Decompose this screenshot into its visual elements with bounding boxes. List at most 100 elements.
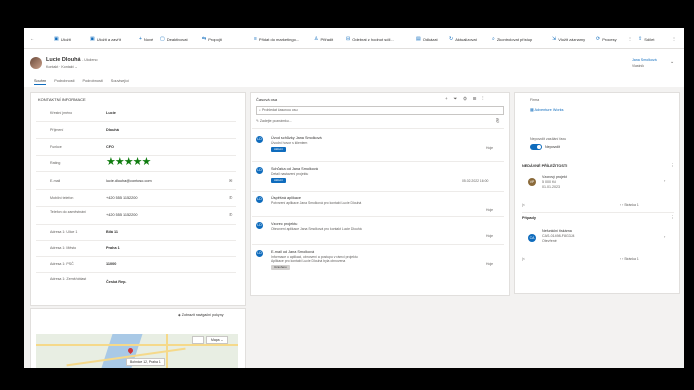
back-button[interactable]: ← (30, 36, 34, 41)
crm-window: ← ▣ Uložit ▣ Uložit a zavřít + Nové ▢ Deakti… (24, 28, 684, 368)
business-phone-field[interactable]: +420 555 1152200 (106, 213, 138, 217)
pencil-icon: ✎ (256, 119, 259, 123)
chevron-right-icon[interactable]: › (664, 178, 665, 183)
case-item[interactable]: Nefunkční tiskárna CAS-01498-F8G3J4 Otev… (542, 229, 575, 244)
map-place-label: Bohnice 12, Praha 1 (126, 358, 165, 366)
field-label: E-mail (50, 179, 61, 183)
map-toggle-icon[interactable] (192, 336, 204, 344)
entity-form-line: Kontakt · Kontakt ⌄ (46, 65, 78, 69)
remove-button[interactable]: ⊟ Odebrat z hodnot sdíl... (346, 36, 394, 42)
job-title-field[interactable]: CFO (106, 145, 114, 149)
owner-link[interactable]: Jana Smolková (632, 58, 657, 62)
city-field[interactable]: Praha 1 (106, 246, 120, 250)
process-button[interactable]: ⟳ Procesy (596, 36, 617, 42)
field-label: Adresa 1: Město (50, 246, 77, 250)
road (36, 344, 238, 346)
first-name-field[interactable]: Lucie (106, 111, 116, 115)
avatar: LD (256, 167, 263, 174)
more-icon[interactable]: ⋮ (482, 96, 489, 101)
save-button[interactable]: ▣ Uložit (54, 36, 71, 42)
pager-prev-icon[interactable]: ‹ (620, 203, 621, 207)
divider (252, 216, 504, 217)
settings-icon[interactable]: ⚙ (463, 96, 473, 101)
divider (252, 244, 504, 245)
chevron-down-icon: ⌄ (220, 338, 224, 342)
rating-stars[interactable]: ★★★★★ (106, 155, 151, 168)
account-link[interactable]: ▦ Adventure Works (530, 107, 564, 112)
filter-icon[interactable]: ⏷ (454, 96, 464, 101)
connect-button[interactable]: ⇆ Propojit (202, 36, 222, 42)
more-icon[interactable]: ⋮ (670, 163, 675, 169)
tab-details-2[interactable]: Podrobnosti (83, 79, 103, 85)
pager-first-icon[interactable]: |< (522, 257, 525, 261)
field-label: Mobilní telefon (50, 196, 74, 200)
list-view-icon[interactable]: ☰ (473, 96, 482, 101)
assign-button[interactable]: ♙ Přiřadit (314, 36, 333, 42)
pager-first-icon[interactable]: |< (522, 203, 525, 207)
zip-field[interactable]: 11000 (106, 262, 116, 266)
email-field[interactable]: lucie.dlouha@contoso.com (106, 179, 152, 183)
overflow-icon[interactable]: ⋮ (672, 36, 676, 41)
share-button[interactable]: ⇪ Sdílet (638, 36, 654, 42)
reference-icon: ▤ (416, 36, 421, 42)
chevron-down-icon[interactable]: ⌄ (75, 65, 78, 69)
street-field[interactable]: Bílá 11 (106, 230, 118, 234)
phone-icon[interactable]: ✆ (229, 195, 232, 200)
insert-records-button[interactable]: ⇲ Vložit záznamy (552, 36, 585, 42)
map-type-select[interactable]: Mapa ⌄ (206, 336, 229, 344)
side-panel (514, 92, 680, 294)
country-field[interactable]: Česká Rep. (106, 280, 126, 284)
remove-icon: ⊟ (346, 36, 351, 42)
divider (36, 256, 236, 257)
directions-button[interactable]: ◈ Zobrazit navigační pokyny (178, 313, 224, 317)
field-label: Telefon do zaměstnání (50, 210, 87, 214)
status-badge: Aktivní (271, 178, 287, 183)
avatar: LD (256, 136, 263, 143)
divider (252, 191, 504, 192)
save-close-button[interactable]: ▣ Uložit a zavřít (90, 36, 121, 42)
chevron-right-icon[interactable]: › (664, 234, 665, 239)
note-input[interactable]: ✎ Zadejte poznámku... (256, 119, 292, 123)
divider (36, 121, 236, 122)
header-expand-icon[interactable]: ⌄ (670, 59, 674, 65)
fax-toggle[interactable] (530, 144, 542, 150)
connect-icon: ⇆ (202, 36, 207, 42)
owner-label: Vlastník (632, 64, 645, 68)
field-label: Adresa 1: Ulice 1 (50, 230, 78, 234)
deactivate-button[interactable]: ▢ Deaktivovat (160, 36, 188, 42)
phone-icon[interactable]: ✆ (229, 212, 232, 217)
mobile-phone-field[interactable]: +420 555 1152200 (106, 196, 138, 200)
check-access-button[interactable]: ⌕ Zkontrolovat přístup (492, 36, 532, 42)
opportunity-item[interactable]: Vzorový projekt 5 000 Kč 01.01.2023 (542, 175, 567, 190)
tab-details[interactable]: Podrobnosti (54, 79, 74, 85)
field-label: Funkce (50, 145, 62, 149)
insert-icon: ⇲ (552, 36, 557, 42)
share-icon: ⇪ (638, 36, 643, 42)
attach-icon[interactable]: ⎘ (496, 118, 499, 123)
tab-related[interactable]: Související (111, 79, 129, 85)
more-icon[interactable]: ⋮ (628, 36, 632, 41)
list-icon: ≡ (254, 36, 257, 42)
timeline-search-input[interactable]: ⌕ Prohledat časovou osu (256, 106, 504, 115)
more-icon[interactable]: ⋮ (670, 215, 675, 221)
refresh-button[interactable]: ↻ Aktualizovat (449, 36, 477, 42)
divider (252, 161, 504, 162)
avatar: LD (256, 250, 263, 257)
tab-summary[interactable]: Souhrn (34, 79, 47, 85)
refresh-icon: ↻ (449, 36, 454, 42)
reference-button[interactable]: ▤ Odkázat (416, 36, 438, 42)
add-icon[interactable]: + (445, 96, 454, 101)
avatar: CA (528, 234, 536, 242)
cases-pager: ‹ › Stránka 1 (620, 257, 639, 261)
last-name-field[interactable]: Dlouhá (106, 128, 119, 132)
mail-icon[interactable]: ✉ (229, 178, 232, 183)
toggle-value: Nepovolit (545, 145, 560, 149)
new-button[interactable]: + Nové (139, 36, 153, 42)
flow-icon: ⟳ (596, 36, 601, 42)
form-selector[interactable]: Kontakt (61, 65, 73, 69)
add-marketing-button[interactable]: ≡ Přidat do marketingo... (254, 36, 299, 42)
save-close-icon: ▣ (90, 36, 95, 42)
opportunity-date: 01.01.2023 (542, 185, 560, 189)
field-label: Křestní jméno (50, 111, 73, 115)
pager-prev-icon[interactable]: ‹ (620, 257, 621, 261)
